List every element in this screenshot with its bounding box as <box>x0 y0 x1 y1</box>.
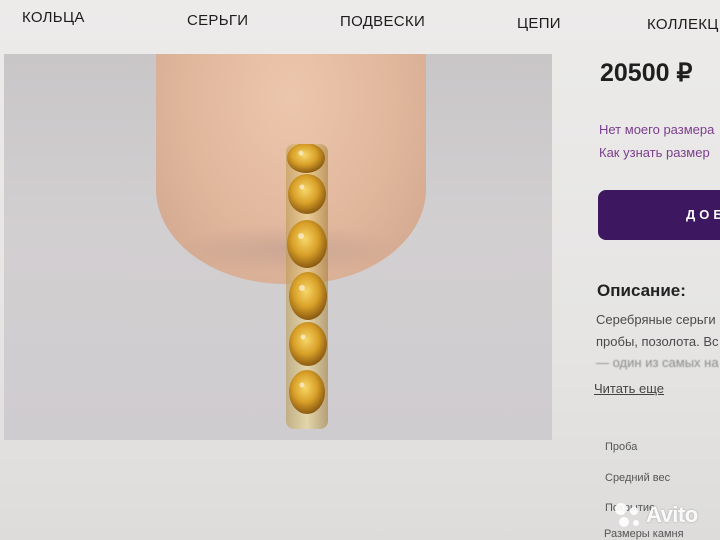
earring-image <box>286 144 328 429</box>
product-photo[interactable] <box>4 54 552 440</box>
add-to-cart-button[interactable]: ДОБ <box>598 190 720 240</box>
nav-item-pendants[interactable]: ПОДВЕСКИ <box>340 13 425 30</box>
add-to-cart-label: ДОБ <box>686 207 720 222</box>
top-navigation: КОЛЬЦА СЕРЬГИ ПОДВЕСКИ ЦЕПИ КОЛЛЕКЦ <box>0 0 720 40</box>
spec-label-weight: Средний вес <box>605 472 671 484</box>
size-guide-link[interactable]: Как узнать размер <box>599 145 710 160</box>
description-line: Серебряные серьги <box>596 312 716 327</box>
size-missing-link[interactable]: Нет моего размера <box>599 122 714 137</box>
description-line-faded: — один из самых на <box>596 355 719 370</box>
nav-item-chains[interactable]: ЦЕПИ <box>517 15 561 32</box>
avito-logo-icon <box>615 503 639 527</box>
description-title: Описание: <box>597 281 686 300</box>
read-more-link[interactable]: Читать еще <box>594 381 664 396</box>
nav-item-earrings[interactable]: СЕРЬГИ <box>187 12 248 29</box>
description-line: пробы, позолота. Вс <box>596 334 719 349</box>
product-price: 20500 ₽ <box>600 59 693 87</box>
spec-label-probe: Проба <box>605 441 638 453</box>
page: КОЛЬЦА СЕРЬГИ ПОДВЕСКИ ЦЕПИ КОЛЛЕКЦ 2050… <box>0 0 720 540</box>
nav-item-collections[interactable]: КОЛЛЕКЦ <box>647 16 719 33</box>
nav-item-rings[interactable]: КОЛЬЦА <box>22 9 85 26</box>
avito-watermark: Avito <box>612 500 718 530</box>
avito-watermark-text: Avito <box>646 502 698 527</box>
